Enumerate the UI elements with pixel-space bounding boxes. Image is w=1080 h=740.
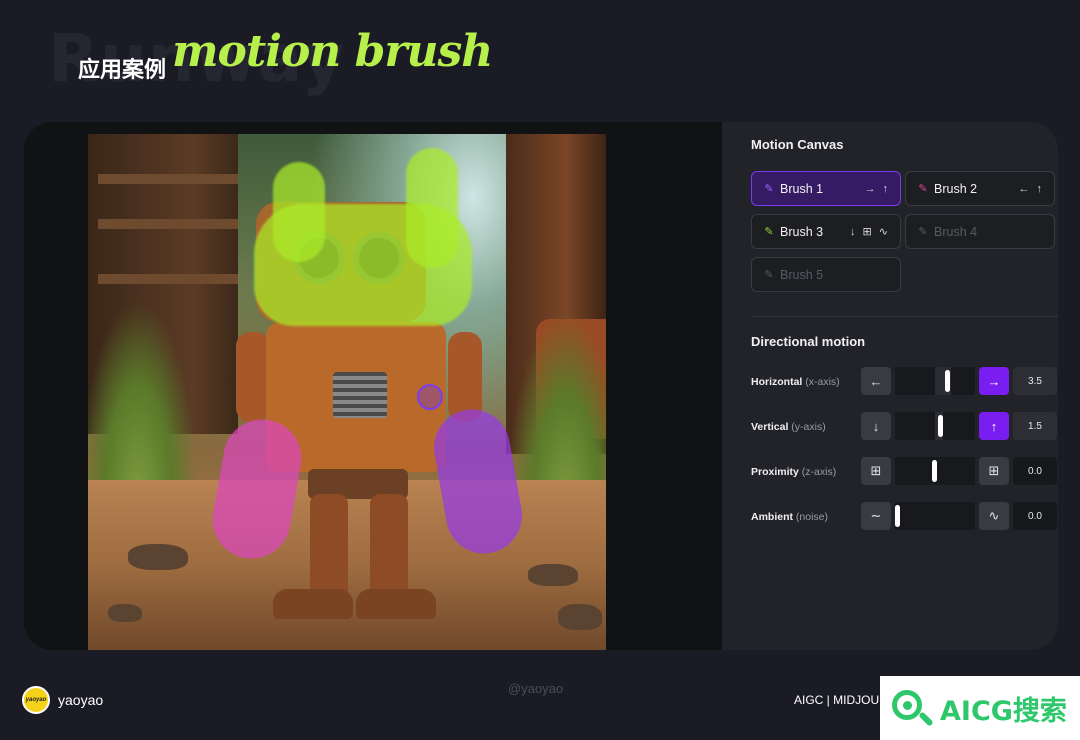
- slider-thumb[interactable]: [938, 415, 943, 437]
- ambient-high-icon[interactable]: ∿: [979, 502, 1009, 530]
- brush-1-mask-ear-right: [406, 148, 458, 268]
- motion-panel: Motion Canvas ✎ Brush 1 → ↑ ✎ Brush 2 ← …: [722, 122, 1058, 650]
- brush-2-directions: ← ↑: [1018, 182, 1044, 195]
- robot-grille: [333, 372, 387, 418]
- source-image[interactable]: [88, 134, 606, 650]
- brush-1-directions: → ↑: [864, 182, 890, 195]
- magnifier-icon: [890, 686, 934, 730]
- author-name: yaoyao: [58, 692, 104, 708]
- brush-3-directions: ↓ ⊞ ∿: [849, 226, 890, 238]
- brush-5-button[interactable]: ✎ Brush 5: [751, 257, 901, 292]
- site-logo: AICG搜索: [880, 676, 1080, 740]
- brush-cursor[interactable]: [417, 384, 443, 410]
- arrow-up-icon[interactable]: ↑: [979, 412, 1009, 440]
- brush-3-label: Brush 3: [780, 224, 824, 239]
- vertical-value[interactable]: 1.5: [1013, 412, 1057, 440]
- brush-2-button[interactable]: ✎ Brush 2 ← ↑: [905, 171, 1055, 206]
- brush-2-label: Brush 2: [934, 181, 978, 196]
- slider-thumb[interactable]: [895, 505, 900, 527]
- panel-divider: [751, 316, 1058, 317]
- brush-icon: ✎: [764, 225, 774, 238]
- avatar: yaoyao: [22, 686, 50, 714]
- horizontal-slider[interactable]: [895, 367, 975, 395]
- brush-5-label: Brush 5: [780, 267, 824, 282]
- vertical-label: Vertical (y-axis): [751, 421, 826, 433]
- ambient-label: Ambient (noise): [751, 511, 829, 523]
- ambient-low-icon[interactable]: ∼: [861, 502, 891, 530]
- vertical-slider[interactable]: [895, 412, 975, 440]
- brush-1-mask-ear-left: [273, 162, 325, 262]
- brush-1-label: Brush 1: [780, 181, 824, 196]
- proximity-slider[interactable]: [895, 457, 975, 485]
- ambient-value[interactable]: 0.0: [1013, 502, 1057, 530]
- motion-canvas-heading: Motion Canvas: [751, 137, 844, 152]
- proximity-toward-icon[interactable]: ⊞: [979, 457, 1009, 485]
- app-window: Motion Canvas ✎ Brush 1 → ↑ ✎ Brush 2 ← …: [24, 122, 1058, 650]
- brush-icon: ✎: [764, 268, 774, 281]
- brush-4-label: Brush 4: [934, 224, 978, 239]
- brush-1-button[interactable]: ✎ Brush 1 → ↑: [751, 171, 901, 206]
- proximity-value[interactable]: 0.0: [1013, 457, 1057, 485]
- motion-canvas[interactable]: [24, 122, 722, 650]
- brush-4-button[interactable]: ✎ Brush 4: [905, 214, 1055, 249]
- brush-icon: ✎: [918, 225, 928, 238]
- logo-text: AICG搜索: [940, 695, 1067, 727]
- brush-icon: ✎: [764, 182, 774, 195]
- arrow-right-icon[interactable]: →: [979, 367, 1009, 395]
- brush-3-button[interactable]: ✎ Brush 3 ↓ ⊞ ∿: [751, 214, 901, 249]
- ambient-slider[interactable]: [895, 502, 975, 530]
- slider-thumb[interactable]: [932, 460, 937, 482]
- directional-motion-heading: Directional motion: [751, 334, 866, 349]
- brush-icon: ✎: [918, 182, 928, 195]
- title-accent: motion brush: [172, 26, 493, 77]
- arrow-down-icon[interactable]: ↓: [861, 412, 891, 440]
- horizontal-value[interactable]: 3.5: [1013, 367, 1057, 395]
- slider-thumb[interactable]: [945, 370, 950, 392]
- footer-tags: AIGC | MIDJOUR: [794, 693, 888, 707]
- proximity-away-icon[interactable]: ⊞: [861, 457, 891, 485]
- horizontal-label: Horizontal (x-axis): [751, 376, 840, 388]
- proximity-label: Proximity (z-axis): [751, 466, 837, 478]
- arrow-left-icon[interactable]: ←: [861, 367, 891, 395]
- title-chinese: 应用案例: [78, 58, 167, 83]
- watermark: @yaoyao: [508, 681, 564, 696]
